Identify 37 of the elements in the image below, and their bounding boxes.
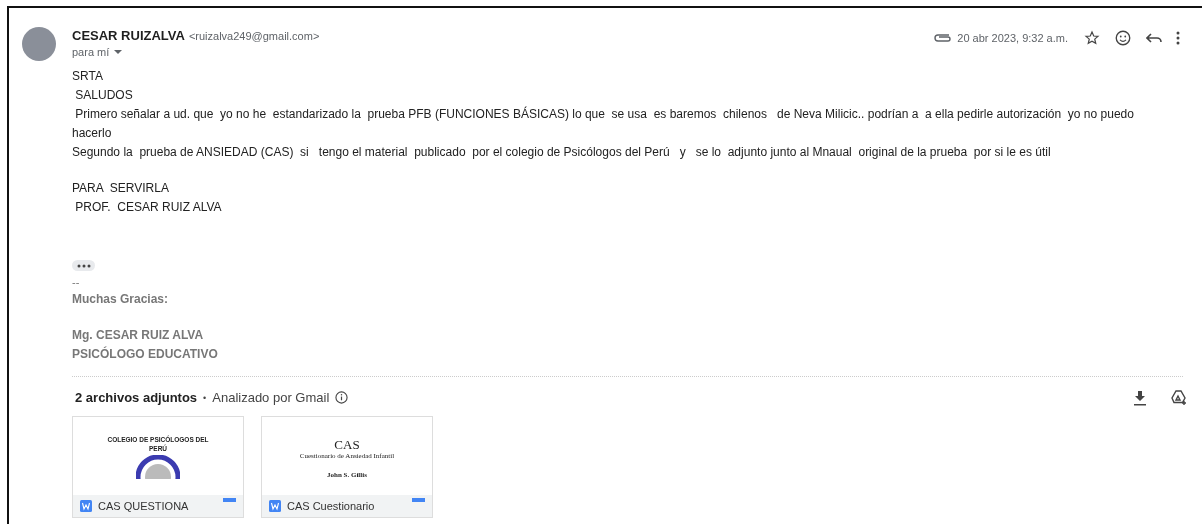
email-date: 20 abr 2023, 9:32 a.m. xyxy=(957,32,1068,44)
body-text-line: SRTA xyxy=(72,68,104,85)
star-icon[interactable] xyxy=(1084,30,1100,46)
dropdown-caret-icon[interactable] xyxy=(113,49,124,55)
seal-drawing xyxy=(136,454,180,479)
recipient-label: para mí xyxy=(72,46,110,58)
file-type-badge xyxy=(412,497,425,502)
signature-separator: -- xyxy=(72,274,81,290)
avatar-placeholder xyxy=(22,27,56,61)
body-text-line: Primero señalar a ud. que yo no he estandarizado la prueba PFB (FUNCIONES BÁSICAS) lo que se usa es baremos chilenos de Neva Milicic.. podrían a a ella pedirle autorización yo no puedo hacerlo xyxy=(72,105,1135,142)
attachment-name: CAS QUESTIONA xyxy=(98,499,190,512)
document-icon xyxy=(80,499,92,512)
attachment-name: CAS Cuestionario xyxy=(287,499,376,512)
paperclip-icon xyxy=(934,33,953,43)
signature-line: PSICÓLOGO EDUCATIVO xyxy=(72,345,219,363)
body-text-line: PROF. CESAR RUIZ ALVA xyxy=(74,199,223,216)
signature-line: Muchas Gracias: xyxy=(72,290,170,308)
file-type-badge xyxy=(223,497,236,502)
more-options-icon[interactable] xyxy=(1176,31,1180,45)
info-icon[interactable] xyxy=(335,391,349,404)
document-icon xyxy=(269,499,281,512)
body-text-line: PARA SERVIRLA xyxy=(72,180,170,197)
add-to-drive-icon[interactable] xyxy=(1171,389,1189,406)
reply-icon[interactable] xyxy=(1146,32,1162,44)
body-text-line: SALUDOS xyxy=(74,87,134,104)
attachments-title: 2 archivos adjuntos xyxy=(75,390,198,405)
emoji-icon[interactable] xyxy=(1114,29,1132,47)
sender-name: CESAR RUIZALVA xyxy=(72,28,185,43)
signature-line: Mg. CESAR RUIZ ALVA xyxy=(72,326,205,344)
ellipsis-icon xyxy=(76,263,91,268)
scan-note: Analizado por Gmail xyxy=(212,390,330,405)
download-icon[interactable] xyxy=(1133,389,1147,406)
show-trimmed-button[interactable] xyxy=(72,260,95,271)
preview-text: CAS xyxy=(334,437,360,452)
body-text-line: Segundo la prueba de ANSIEDAD (CAS) si tengo el material publicado por el colegio de Psicólogos del Perú y se lo adjunto junto al Mnaual original de la prueba por si le es útil xyxy=(72,144,1052,161)
bullet-separator: • xyxy=(203,392,207,403)
sender-email: <ruizalva249@gmail.com> xyxy=(188,30,320,42)
